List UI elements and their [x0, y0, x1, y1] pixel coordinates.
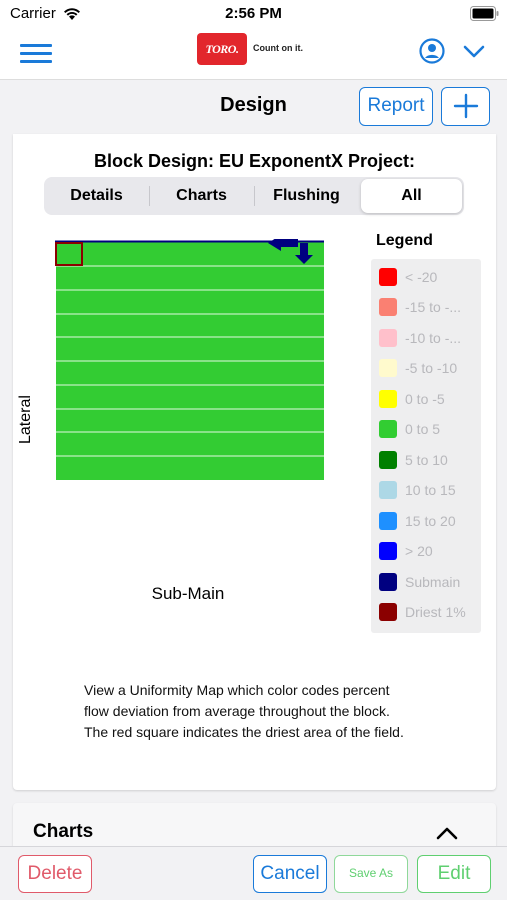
- legend: < -20 -15 to -... -10 to -... -5 to -10 …: [371, 259, 481, 633]
- legend-item: 0 to -5: [379, 389, 479, 409]
- legend-item: -10 to -...: [379, 328, 479, 348]
- legend-label: Submain: [405, 574, 461, 590]
- tab-details[interactable]: Details: [44, 177, 149, 215]
- legend-item: < -20: [379, 267, 479, 287]
- tab-charts[interactable]: Charts: [149, 177, 254, 215]
- uniformity-map[interactable]: [53, 239, 328, 489]
- legend-swatch: [379, 329, 397, 347]
- legend-swatch: [379, 512, 397, 530]
- status-bar: Carrier 2:56 PM: [0, 0, 507, 28]
- logo-badge: TORO.: [197, 33, 247, 65]
- legend-label: 10 to 15: [405, 482, 456, 498]
- legend-swatch: [379, 451, 397, 469]
- submain-axis-label: Sub-Main: [151, 584, 225, 603]
- status-time: 2:56 PM: [225, 5, 282, 22]
- legend-item: Submain: [379, 572, 479, 592]
- add-button[interactable]: [441, 87, 490, 126]
- legend-item: -15 to -...: [379, 297, 479, 317]
- tab-all[interactable]: All: [361, 179, 462, 213]
- legend-title: Legend: [376, 232, 433, 249]
- chevron-down-icon[interactable]: [462, 42, 486, 60]
- user-account-icon[interactable]: [419, 38, 445, 64]
- charts-section-title: Charts: [33, 821, 94, 842]
- logo-tagline: Count on it.: [253, 43, 303, 53]
- legend-swatch: [379, 542, 397, 560]
- legend-label: 5 to 10: [405, 452, 448, 468]
- legend-swatch: [379, 481, 397, 499]
- legend-item: -5 to -10: [379, 358, 479, 378]
- bottom-toolbar: Delete Cancel Save As Edit: [0, 846, 507, 900]
- legend-label: -15 to -...: [405, 299, 462, 315]
- legend-item: 10 to 15: [379, 480, 479, 500]
- map-description: View a Uniformity Map which color codes …: [84, 682, 404, 740]
- save-as-button[interactable]: Save As: [334, 855, 408, 893]
- legend-item: 15 to 20: [379, 511, 479, 531]
- legend-swatch: [379, 420, 397, 438]
- toro-logo: TORO. Count on it.: [197, 33, 313, 65]
- lateral-axis-label: Lateral: [17, 395, 34, 444]
- legend-swatch: [379, 298, 397, 316]
- legend-swatch: [379, 573, 397, 591]
- card-title: Block Design: EU ExponentX Project:: [93, 151, 416, 171]
- plus-icon: [453, 93, 478, 119]
- chevron-up-icon[interactable]: [435, 825, 459, 841]
- legend-item: 5 to 10: [379, 450, 479, 470]
- legend-swatch: [379, 268, 397, 286]
- legend-swatch: [379, 359, 397, 377]
- edit-button[interactable]: Edit: [417, 855, 491, 893]
- legend-item: 0 to 5: [379, 419, 479, 439]
- delete-button[interactable]: Delete: [18, 855, 92, 893]
- nav-bar: TORO. Count on it.: [0, 28, 507, 80]
- legend-label: 0 to 5: [405, 421, 441, 437]
- legend-label: -5 to -10: [405, 360, 458, 376]
- battery-icon: [470, 6, 499, 21]
- legend-item: Driest 1%: [379, 602, 479, 622]
- tab-flushing[interactable]: Flushing: [254, 177, 359, 215]
- legend-label: < -20: [405, 269, 438, 285]
- block-design-card: Block Design: EU ExponentX Project: Deta…: [13, 134, 496, 790]
- report-button[interactable]: Report: [359, 87, 433, 126]
- legend-swatch: [379, 390, 397, 408]
- legend-swatch: [379, 603, 397, 621]
- legend-label: -10 to -...: [405, 330, 462, 346]
- segmented-control: Details Charts Flushing All: [44, 177, 464, 215]
- legend-label: Driest 1%: [405, 604, 466, 620]
- legend-item: > 20: [379, 541, 479, 561]
- legend-label: 15 to 20: [405, 513, 456, 529]
- cancel-button[interactable]: Cancel: [253, 855, 327, 893]
- legend-label: > 20: [405, 543, 433, 559]
- title-bar: Design Report: [0, 80, 507, 134]
- menu-icon[interactable]: [20, 41, 52, 67]
- legend-label: 0 to -5: [405, 391, 445, 407]
